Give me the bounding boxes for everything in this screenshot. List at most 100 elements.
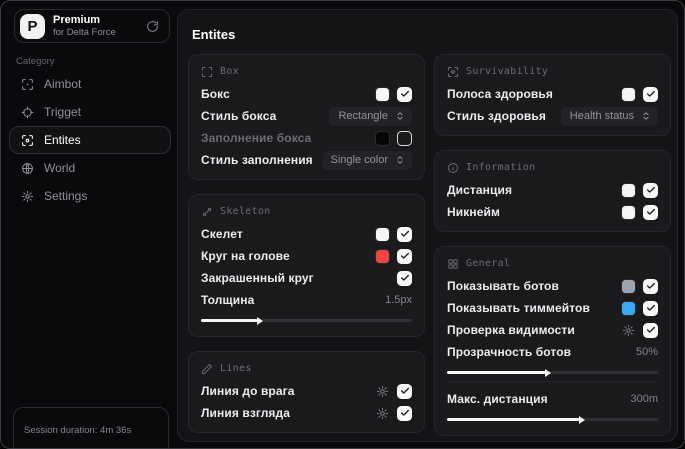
max-distance-slider[interactable] — [447, 418, 658, 421]
color-swatch[interactable] — [376, 131, 389, 145]
gear-icon — [21, 190, 34, 203]
page-title: Entites — [192, 27, 236, 42]
chevrons-up-down-icon — [395, 155, 405, 165]
setting-row: Заполнение бокса — [201, 127, 412, 149]
setting-label: Линия до врага — [201, 384, 295, 398]
setting-label: Круг на голове — [201, 249, 290, 263]
checkbox[interactable] — [397, 226, 412, 242]
setting-label: Стиль заполнения — [201, 153, 313, 167]
check-icon — [400, 409, 409, 416]
checkbox[interactable] — [643, 182, 658, 198]
checkbox[interactable] — [397, 405, 412, 421]
dropdown-value: Single color — [330, 154, 388, 166]
checkbox[interactable] — [643, 300, 658, 316]
section-title: General — [466, 258, 511, 269]
sidebar-item-label: Entites — [44, 133, 81, 147]
setting-row: Прозрачность ботов 50% — [447, 341, 658, 363]
setting-label: Заполнение бокса — [201, 131, 312, 145]
setting-row: Полоса здоровья — [447, 83, 658, 105]
check-icon — [400, 90, 409, 97]
check-icon — [646, 90, 655, 97]
bot-opacity-slider[interactable] — [447, 371, 658, 374]
info-icon — [447, 162, 459, 174]
slider-fill — [447, 418, 580, 421]
checkbox[interactable] — [397, 86, 412, 102]
setting-label: Прозрачность ботов — [447, 345, 572, 359]
color-swatch[interactable] — [376, 227, 389, 241]
checkbox[interactable] — [397, 270, 412, 286]
crop-icon — [201, 66, 213, 78]
sidebar-item-label: Trigget — [44, 105, 81, 119]
setting-value: 300m — [630, 393, 658, 405]
section-general: General Показывать ботов Показывать тимм… — [434, 246, 671, 436]
section-title: Skeleton — [220, 206, 271, 217]
setting-row: Линия до врага — [201, 380, 412, 402]
check-icon — [646, 208, 655, 215]
check-icon — [400, 252, 409, 259]
thickness-slider[interactable] — [201, 319, 412, 322]
color-swatch[interactable] — [622, 87, 635, 101]
slider-fill — [447, 371, 547, 374]
color-swatch[interactable] — [622, 279, 635, 293]
color-swatch[interactable] — [376, 87, 389, 101]
app-subtitle: for Delta Force — [53, 27, 116, 38]
bone-icon — [201, 206, 213, 218]
section-lines: Lines Линия до врага Линия взгляда — [188, 351, 425, 433]
grid-icon — [447, 258, 459, 270]
fill-style-dropdown[interactable]: Single color — [321, 150, 412, 170]
checkbox[interactable] — [397, 248, 412, 264]
globe-icon — [21, 162, 34, 175]
setting-row: Показывать тиммейтов — [447, 297, 658, 319]
chevrons-up-down-icon — [641, 111, 651, 121]
refresh-icon[interactable] — [146, 20, 159, 33]
setting-row: Показывать ботов — [447, 275, 658, 297]
sidebar-item-world[interactable]: World — [9, 154, 171, 182]
box-style-dropdown[interactable]: Rectangle — [329, 106, 412, 126]
color-swatch[interactable] — [376, 249, 389, 263]
session-card: Session duration: 4m 36s — [13, 407, 169, 448]
gear-icon[interactable] — [622, 324, 635, 337]
dropdown-value: Rectangle — [338, 110, 388, 122]
check-icon — [646, 282, 655, 289]
sidebar-item-entites[interactable]: Entites — [9, 126, 171, 154]
sidebar-nav: Aimbot Trigget Entites World Settings — [9, 70, 171, 210]
app-window: P Premium for Delta Force Category Aimbo… — [0, 0, 685, 449]
setting-label: Стиль бокса — [201, 109, 277, 123]
check-icon — [400, 230, 409, 237]
sidebar-item-settings[interactable]: Settings — [9, 182, 171, 210]
setting-label: Никнейм — [447, 205, 500, 219]
gear-icon[interactable] — [376, 407, 389, 420]
setting-label: Бокс — [201, 87, 230, 101]
health-style-dropdown[interactable]: Health status — [560, 106, 658, 126]
checkbox[interactable] — [643, 278, 658, 294]
app-logo-card: P Premium for Delta Force — [14, 9, 170, 43]
checkbox[interactable] — [643, 204, 658, 220]
sidebar-item-aimbot[interactable]: Aimbot — [9, 70, 171, 98]
setting-label: Макс. дистанция — [447, 392, 548, 406]
gear-icon[interactable] — [376, 385, 389, 398]
section-skeleton: Skeleton Скелет Круг на голове Закрашенн… — [188, 194, 425, 337]
setting-label: Скелет — [201, 227, 243, 241]
dropdown-value: Health status — [569, 110, 634, 122]
main-panel: Entites Box Бокс Стиль бокса Rectangle З… — [177, 9, 678, 442]
sidebar-item-label: Aimbot — [44, 77, 82, 91]
section-title: Survivability — [466, 66, 549, 77]
setting-row: Дистанция — [447, 179, 658, 201]
checkbox[interactable] — [397, 383, 412, 399]
setting-row: Стиль заполнения Single color — [201, 149, 412, 171]
checkbox[interactable] — [643, 322, 658, 338]
setting-row: Стиль здоровья Health status — [447, 105, 658, 127]
checkbox[interactable] — [643, 86, 658, 102]
category-label: Category — [16, 56, 55, 67]
check-icon — [646, 304, 655, 311]
color-swatch[interactable] — [622, 183, 635, 197]
sidebar-item-trigget[interactable]: Trigget — [9, 98, 171, 126]
color-swatch[interactable] — [622, 205, 635, 219]
section-title: Box — [220, 66, 239, 77]
color-swatch[interactable] — [622, 301, 635, 315]
checkbox[interactable] — [397, 130, 412, 146]
setting-label: Линия взгляда — [201, 406, 291, 420]
setting-label: Показывать ботов — [447, 279, 559, 293]
heart-scan-icon — [447, 66, 459, 78]
setting-label: Проверка видимости — [447, 323, 575, 337]
